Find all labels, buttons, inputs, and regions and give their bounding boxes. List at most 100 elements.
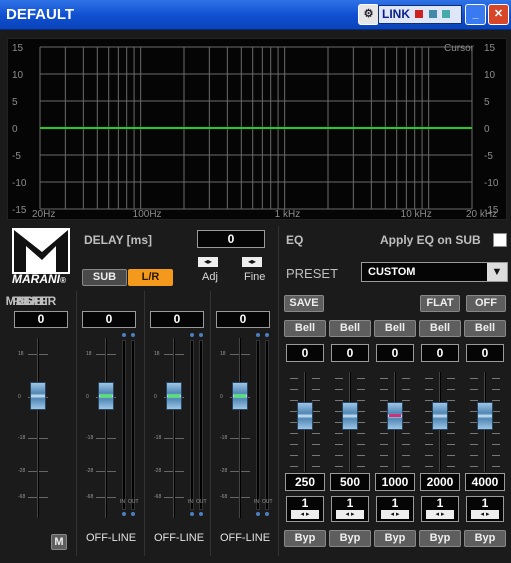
out-label: OUT xyxy=(262,499,273,505)
band-2-fader[interactable] xyxy=(342,402,358,430)
band-3-q-box[interactable]: 1 ◂ ▸ xyxy=(376,496,414,522)
scale-label: -28 xyxy=(18,468,26,474)
eq-scale-tick xyxy=(402,444,410,445)
close-button[interactable]: ✕ xyxy=(488,4,509,25)
q-stepper-icon[interactable]: ◂ ▸ xyxy=(471,510,499,519)
band-4-bypass-button[interactable]: Byp xyxy=(419,530,461,547)
delay-lr-button[interactable]: L/R xyxy=(128,269,173,286)
y-tick-label: -5 xyxy=(484,151,493,162)
q-stepper-icon[interactable]: ◂ ▸ xyxy=(291,510,319,519)
band-1-gain-value[interactable]: 0 xyxy=(286,344,324,362)
left-level-value[interactable]: 0 xyxy=(150,311,204,328)
eq-scale-tick xyxy=(470,466,478,467)
left-in-led-icon xyxy=(190,333,194,337)
left-fader-track xyxy=(173,338,175,518)
master-fader[interactable] xyxy=(30,382,46,410)
band-1-q-box[interactable]: 1 ◂ ▸ xyxy=(286,496,324,522)
master-level-value[interactable]: 0 xyxy=(14,311,68,328)
eq-scale-tick xyxy=(425,466,433,467)
band-2-bypass-button[interactable]: Byp xyxy=(329,530,371,547)
eq-scale-tick xyxy=(492,389,500,390)
eq-scale-tick xyxy=(290,444,298,445)
eq-scale-tick xyxy=(425,378,433,379)
minimize-button[interactable]: _ xyxy=(465,4,486,25)
eq-scale-tick xyxy=(380,444,388,445)
band-3-freq-value[interactable]: 1000 xyxy=(375,473,415,491)
right-channel-label: RIGHT xyxy=(12,294,50,308)
band-1-freq-value[interactable]: 250 xyxy=(285,473,325,491)
right-level-value[interactable]: 0 xyxy=(216,311,270,328)
eq-scale-tick xyxy=(290,466,298,467)
eq-off-button[interactable]: OFF xyxy=(466,295,506,312)
y-tick-label: 10 xyxy=(484,70,496,81)
brand-name: MARANI® xyxy=(12,272,66,286)
eq-scale-tick xyxy=(447,444,455,445)
band-2-q-value: 1 xyxy=(346,496,354,510)
band-1-type-button[interactable]: Bell xyxy=(284,320,326,337)
eq-scale-tick xyxy=(425,400,433,401)
eq-save-button[interactable]: SAVE xyxy=(284,295,324,312)
band-2-gain-value[interactable]: 0 xyxy=(331,344,369,362)
apply-eq-sub-checkbox[interactable] xyxy=(493,233,507,247)
sub-in-meter xyxy=(122,340,126,510)
band-3-bypass-button[interactable]: Byp xyxy=(374,530,416,547)
eq-scale-tick xyxy=(380,466,388,467)
q-stepper-icon[interactable]: ◂ ▸ xyxy=(381,510,409,519)
sub-level-value[interactable]: 0 xyxy=(82,311,136,328)
q-stepper-icon[interactable]: ◂ ▸ xyxy=(426,510,454,519)
fine-label: Fine xyxy=(244,271,266,283)
eq-scale-tick xyxy=(312,422,320,423)
link-button[interactable]: LINK xyxy=(378,5,462,24)
band-4-fader[interactable] xyxy=(432,402,448,430)
eq-scale-tick xyxy=(402,411,410,412)
band-1-fader[interactable] xyxy=(297,402,313,430)
in-label: IN xyxy=(188,499,193,505)
band-5-freq-value[interactable]: 4000 xyxy=(465,473,505,491)
band-5-fader[interactable] xyxy=(477,402,493,430)
band-3-type-button[interactable]: Bell xyxy=(374,320,416,337)
band-3-gain-value[interactable]: 0 xyxy=(376,344,414,362)
band-2-freq-value[interactable]: 500 xyxy=(330,473,370,491)
sub-fader-track xyxy=(105,338,107,518)
eq-scale-tick xyxy=(402,378,410,379)
scale-label: -18 xyxy=(18,435,26,441)
channel-divider xyxy=(76,291,77,556)
band-5-type-button[interactable]: Bell xyxy=(464,320,506,337)
band-5-bypass-button[interactable]: Byp xyxy=(464,530,506,547)
adj-stepper-icon[interactable]: ◂▸ xyxy=(198,257,218,267)
x-tick-label: 1 kHz xyxy=(275,209,301,220)
band-2-type-button[interactable]: Bell xyxy=(329,320,371,337)
eq-scale-tick xyxy=(470,400,478,401)
link-status-teal-icon xyxy=(442,10,451,18)
right-out-clip-icon xyxy=(265,512,269,516)
band-1-bypass-button[interactable]: Byp xyxy=(284,530,326,547)
eq-scale-tick xyxy=(290,433,298,434)
band-2-q-box[interactable]: 1 ◂ ▸ xyxy=(331,496,369,522)
band-4-gain-value[interactable]: 0 xyxy=(421,344,459,362)
preset-label: PRESET xyxy=(286,266,339,281)
eq-scale-tick xyxy=(335,433,343,434)
network-icon[interactable]: ⚙ xyxy=(358,4,379,25)
eq-scale-tick xyxy=(447,389,455,390)
band-5-gain-value[interactable]: 0 xyxy=(466,344,504,362)
left-out-meter xyxy=(199,340,203,510)
eq-scale-tick xyxy=(357,455,365,456)
band-4-freq-value[interactable]: 2000 xyxy=(420,473,460,491)
band-5-q-box[interactable]: 1 ◂ ▸ xyxy=(466,496,504,522)
q-stepper-icon[interactable]: ◂ ▸ xyxy=(336,510,364,519)
delay-sub-button[interactable]: SUB xyxy=(82,269,127,286)
band-4-q-box[interactable]: 1 ◂ ▸ xyxy=(421,496,459,522)
fine-stepper-icon[interactable]: ◂▸ xyxy=(242,257,262,267)
out-label: OUT xyxy=(196,499,207,505)
band-4-type-button[interactable]: Bell xyxy=(419,320,461,337)
eq-scale-tick xyxy=(492,433,500,434)
preset-select[interactable]: CUSTOM ▼ xyxy=(361,262,508,282)
frequency-response-graph[interactable]: Cursor 15 15 10 10 5 5 0 0 -5 -5 -10 -10 -15 -15 20Hz… xyxy=(7,38,507,220)
master-mute-button[interactable]: M xyxy=(51,534,67,550)
right-in-led-icon xyxy=(256,333,260,337)
delay-value[interactable]: 0 xyxy=(197,230,265,248)
x-tick-label: 20Hz xyxy=(32,209,55,220)
scale-label: 0 xyxy=(154,394,157,400)
eq-flat-button[interactable]: FLAT xyxy=(420,295,460,312)
eq-scale-tick xyxy=(335,400,343,401)
